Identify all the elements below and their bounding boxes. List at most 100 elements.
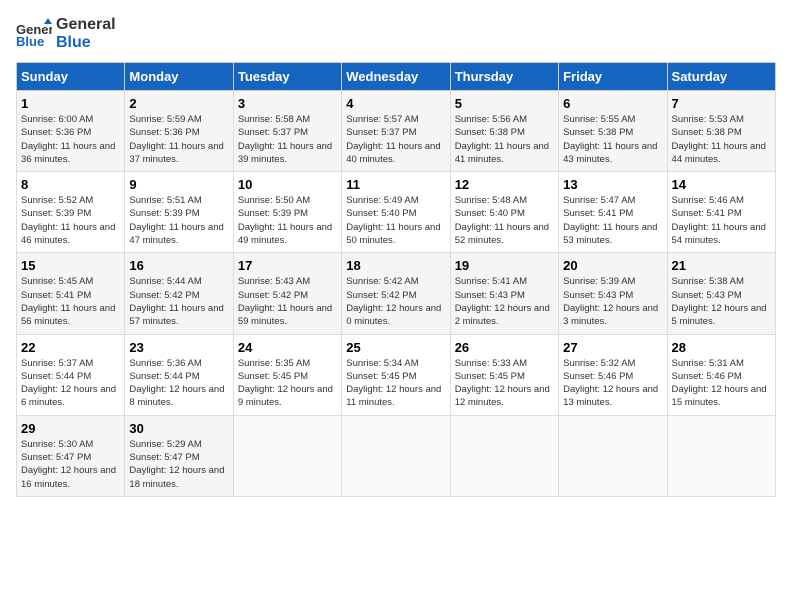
calendar-cell: 25 Sunrise: 5:34 AMSunset: 5:45 PMDaylig… — [342, 334, 450, 415]
weekday-header-monday: Monday — [125, 63, 233, 91]
day-number: 12 — [455, 177, 554, 192]
calendar-cell: 12 Sunrise: 5:48 AMSunset: 5:40 PMDaylig… — [450, 172, 558, 253]
day-info: Sunrise: 5:31 AMSunset: 5:46 PMDaylight:… — [672, 357, 771, 410]
calendar-cell: 1 Sunrise: 6:00 AMSunset: 5:36 PMDayligh… — [17, 91, 125, 172]
day-number: 5 — [455, 96, 554, 111]
day-number: 16 — [129, 258, 228, 273]
day-info: Sunrise: 5:32 AMSunset: 5:46 PMDaylight:… — [563, 357, 662, 410]
day-number: 2 — [129, 96, 228, 111]
day-number: 17 — [238, 258, 337, 273]
day-info: Sunrise: 5:35 AMSunset: 5:45 PMDaylight:… — [238, 357, 337, 410]
day-info: Sunrise: 5:46 AMSunset: 5:41 PMDaylight:… — [672, 194, 771, 247]
calendar-cell: 13 Sunrise: 5:47 AMSunset: 5:41 PMDaylig… — [559, 172, 667, 253]
day-info: Sunrise: 5:42 AMSunset: 5:42 PMDaylight:… — [346, 275, 445, 328]
calendar-cell: 5 Sunrise: 5:56 AMSunset: 5:38 PMDayligh… — [450, 91, 558, 172]
calendar-cell: 15 Sunrise: 5:45 AMSunset: 5:41 PMDaylig… — [17, 253, 125, 334]
calendar-cell — [559, 415, 667, 496]
calendar-cell: 18 Sunrise: 5:42 AMSunset: 5:42 PMDaylig… — [342, 253, 450, 334]
calendar-table: SundayMondayTuesdayWednesdayThursdayFrid… — [16, 62, 776, 497]
day-number: 25 — [346, 340, 445, 355]
day-number: 18 — [346, 258, 445, 273]
weekday-header-sunday: Sunday — [17, 63, 125, 91]
calendar-cell: 16 Sunrise: 5:44 AMSunset: 5:42 PMDaylig… — [125, 253, 233, 334]
logo: General Blue General Blue — [16, 16, 116, 52]
day-number: 8 — [21, 177, 120, 192]
day-number: 21 — [672, 258, 771, 273]
weekday-header-wednesday: Wednesday — [342, 63, 450, 91]
day-info: Sunrise: 5:43 AMSunset: 5:42 PMDaylight:… — [238, 275, 337, 328]
day-number: 22 — [21, 340, 120, 355]
day-info: Sunrise: 5:33 AMSunset: 5:45 PMDaylight:… — [455, 357, 554, 410]
day-info: Sunrise: 5:56 AMSunset: 5:38 PMDaylight:… — [455, 113, 554, 166]
day-number: 7 — [672, 96, 771, 111]
calendar-cell: 19 Sunrise: 5:41 AMSunset: 5:43 PMDaylig… — [450, 253, 558, 334]
day-number: 1 — [21, 96, 120, 111]
calendar-cell: 27 Sunrise: 5:32 AMSunset: 5:46 PMDaylig… — [559, 334, 667, 415]
day-number: 29 — [21, 421, 120, 436]
svg-text:Blue: Blue — [16, 34, 44, 49]
calendar-cell: 21 Sunrise: 5:38 AMSunset: 5:43 PMDaylig… — [667, 253, 775, 334]
day-info: Sunrise: 5:50 AMSunset: 5:39 PMDaylight:… — [238, 194, 337, 247]
day-info: Sunrise: 5:39 AMSunset: 5:43 PMDaylight:… — [563, 275, 662, 328]
calendar-cell: 30 Sunrise: 5:29 AMSunset: 5:47 PMDaylig… — [125, 415, 233, 496]
day-number: 9 — [129, 177, 228, 192]
calendar-cell: 4 Sunrise: 5:57 AMSunset: 5:37 PMDayligh… — [342, 91, 450, 172]
calendar-cell — [342, 415, 450, 496]
day-number: 13 — [563, 177, 662, 192]
calendar-cell: 8 Sunrise: 5:52 AMSunset: 5:39 PMDayligh… — [17, 172, 125, 253]
day-info: Sunrise: 5:41 AMSunset: 5:43 PMDaylight:… — [455, 275, 554, 328]
calendar-cell: 17 Sunrise: 5:43 AMSunset: 5:42 PMDaylig… — [233, 253, 341, 334]
day-info: Sunrise: 5:30 AMSunset: 5:47 PMDaylight:… — [21, 438, 120, 491]
day-number: 6 — [563, 96, 662, 111]
day-number: 3 — [238, 96, 337, 111]
day-info: Sunrise: 5:53 AMSunset: 5:38 PMDaylight:… — [672, 113, 771, 166]
day-number: 28 — [672, 340, 771, 355]
day-info: Sunrise: 5:29 AMSunset: 5:47 PMDaylight:… — [129, 438, 228, 491]
day-number: 20 — [563, 258, 662, 273]
calendar-cell: 26 Sunrise: 5:33 AMSunset: 5:45 PMDaylig… — [450, 334, 558, 415]
calendar-cell — [450, 415, 558, 496]
day-info: Sunrise: 5:45 AMSunset: 5:41 PMDaylight:… — [21, 275, 120, 328]
calendar-cell: 29 Sunrise: 5:30 AMSunset: 5:47 PMDaylig… — [17, 415, 125, 496]
day-number: 24 — [238, 340, 337, 355]
day-info: Sunrise: 5:37 AMSunset: 5:44 PMDaylight:… — [21, 357, 120, 410]
logo-icon: General Blue — [16, 16, 52, 52]
day-info: Sunrise: 5:59 AMSunset: 5:36 PMDaylight:… — [129, 113, 228, 166]
calendar-cell: 14 Sunrise: 5:46 AMSunset: 5:41 PMDaylig… — [667, 172, 775, 253]
calendar-cell: 20 Sunrise: 5:39 AMSunset: 5:43 PMDaylig… — [559, 253, 667, 334]
day-number: 23 — [129, 340, 228, 355]
day-info: Sunrise: 5:34 AMSunset: 5:45 PMDaylight:… — [346, 357, 445, 410]
day-number: 10 — [238, 177, 337, 192]
day-number: 19 — [455, 258, 554, 273]
weekday-header-tuesday: Tuesday — [233, 63, 341, 91]
calendar-cell: 22 Sunrise: 5:37 AMSunset: 5:44 PMDaylig… — [17, 334, 125, 415]
calendar-cell: 6 Sunrise: 5:55 AMSunset: 5:38 PMDayligh… — [559, 91, 667, 172]
day-info: Sunrise: 5:48 AMSunset: 5:40 PMDaylight:… — [455, 194, 554, 247]
day-number: 27 — [563, 340, 662, 355]
day-number: 4 — [346, 96, 445, 111]
weekday-header-thursday: Thursday — [450, 63, 558, 91]
calendar-cell: 7 Sunrise: 5:53 AMSunset: 5:38 PMDayligh… — [667, 91, 775, 172]
calendar-cell: 9 Sunrise: 5:51 AMSunset: 5:39 PMDayligh… — [125, 172, 233, 253]
day-number: 26 — [455, 340, 554, 355]
calendar-cell — [667, 415, 775, 496]
logo-text-blue: Blue — [56, 34, 116, 52]
day-info: Sunrise: 5:51 AMSunset: 5:39 PMDaylight:… — [129, 194, 228, 247]
day-number: 30 — [129, 421, 228, 436]
day-info: Sunrise: 6:00 AMSunset: 5:36 PMDaylight:… — [21, 113, 120, 166]
weekday-header-saturday: Saturday — [667, 63, 775, 91]
calendar-cell: 10 Sunrise: 5:50 AMSunset: 5:39 PMDaylig… — [233, 172, 341, 253]
day-info: Sunrise: 5:47 AMSunset: 5:41 PMDaylight:… — [563, 194, 662, 247]
day-info: Sunrise: 5:52 AMSunset: 5:39 PMDaylight:… — [21, 194, 120, 247]
calendar-cell: 11 Sunrise: 5:49 AMSunset: 5:40 PMDaylig… — [342, 172, 450, 253]
calendar-cell: 24 Sunrise: 5:35 AMSunset: 5:45 PMDaylig… — [233, 334, 341, 415]
day-info: Sunrise: 5:38 AMSunset: 5:43 PMDaylight:… — [672, 275, 771, 328]
day-number: 15 — [21, 258, 120, 273]
day-info: Sunrise: 5:57 AMSunset: 5:37 PMDaylight:… — [346, 113, 445, 166]
day-info: Sunrise: 5:36 AMSunset: 5:44 PMDaylight:… — [129, 357, 228, 410]
page-header: General Blue General Blue — [16, 16, 776, 52]
calendar-cell: 2 Sunrise: 5:59 AMSunset: 5:36 PMDayligh… — [125, 91, 233, 172]
calendar-cell: 3 Sunrise: 5:58 AMSunset: 5:37 PMDayligh… — [233, 91, 341, 172]
day-info: Sunrise: 5:58 AMSunset: 5:37 PMDaylight:… — [238, 113, 337, 166]
day-info: Sunrise: 5:49 AMSunset: 5:40 PMDaylight:… — [346, 194, 445, 247]
